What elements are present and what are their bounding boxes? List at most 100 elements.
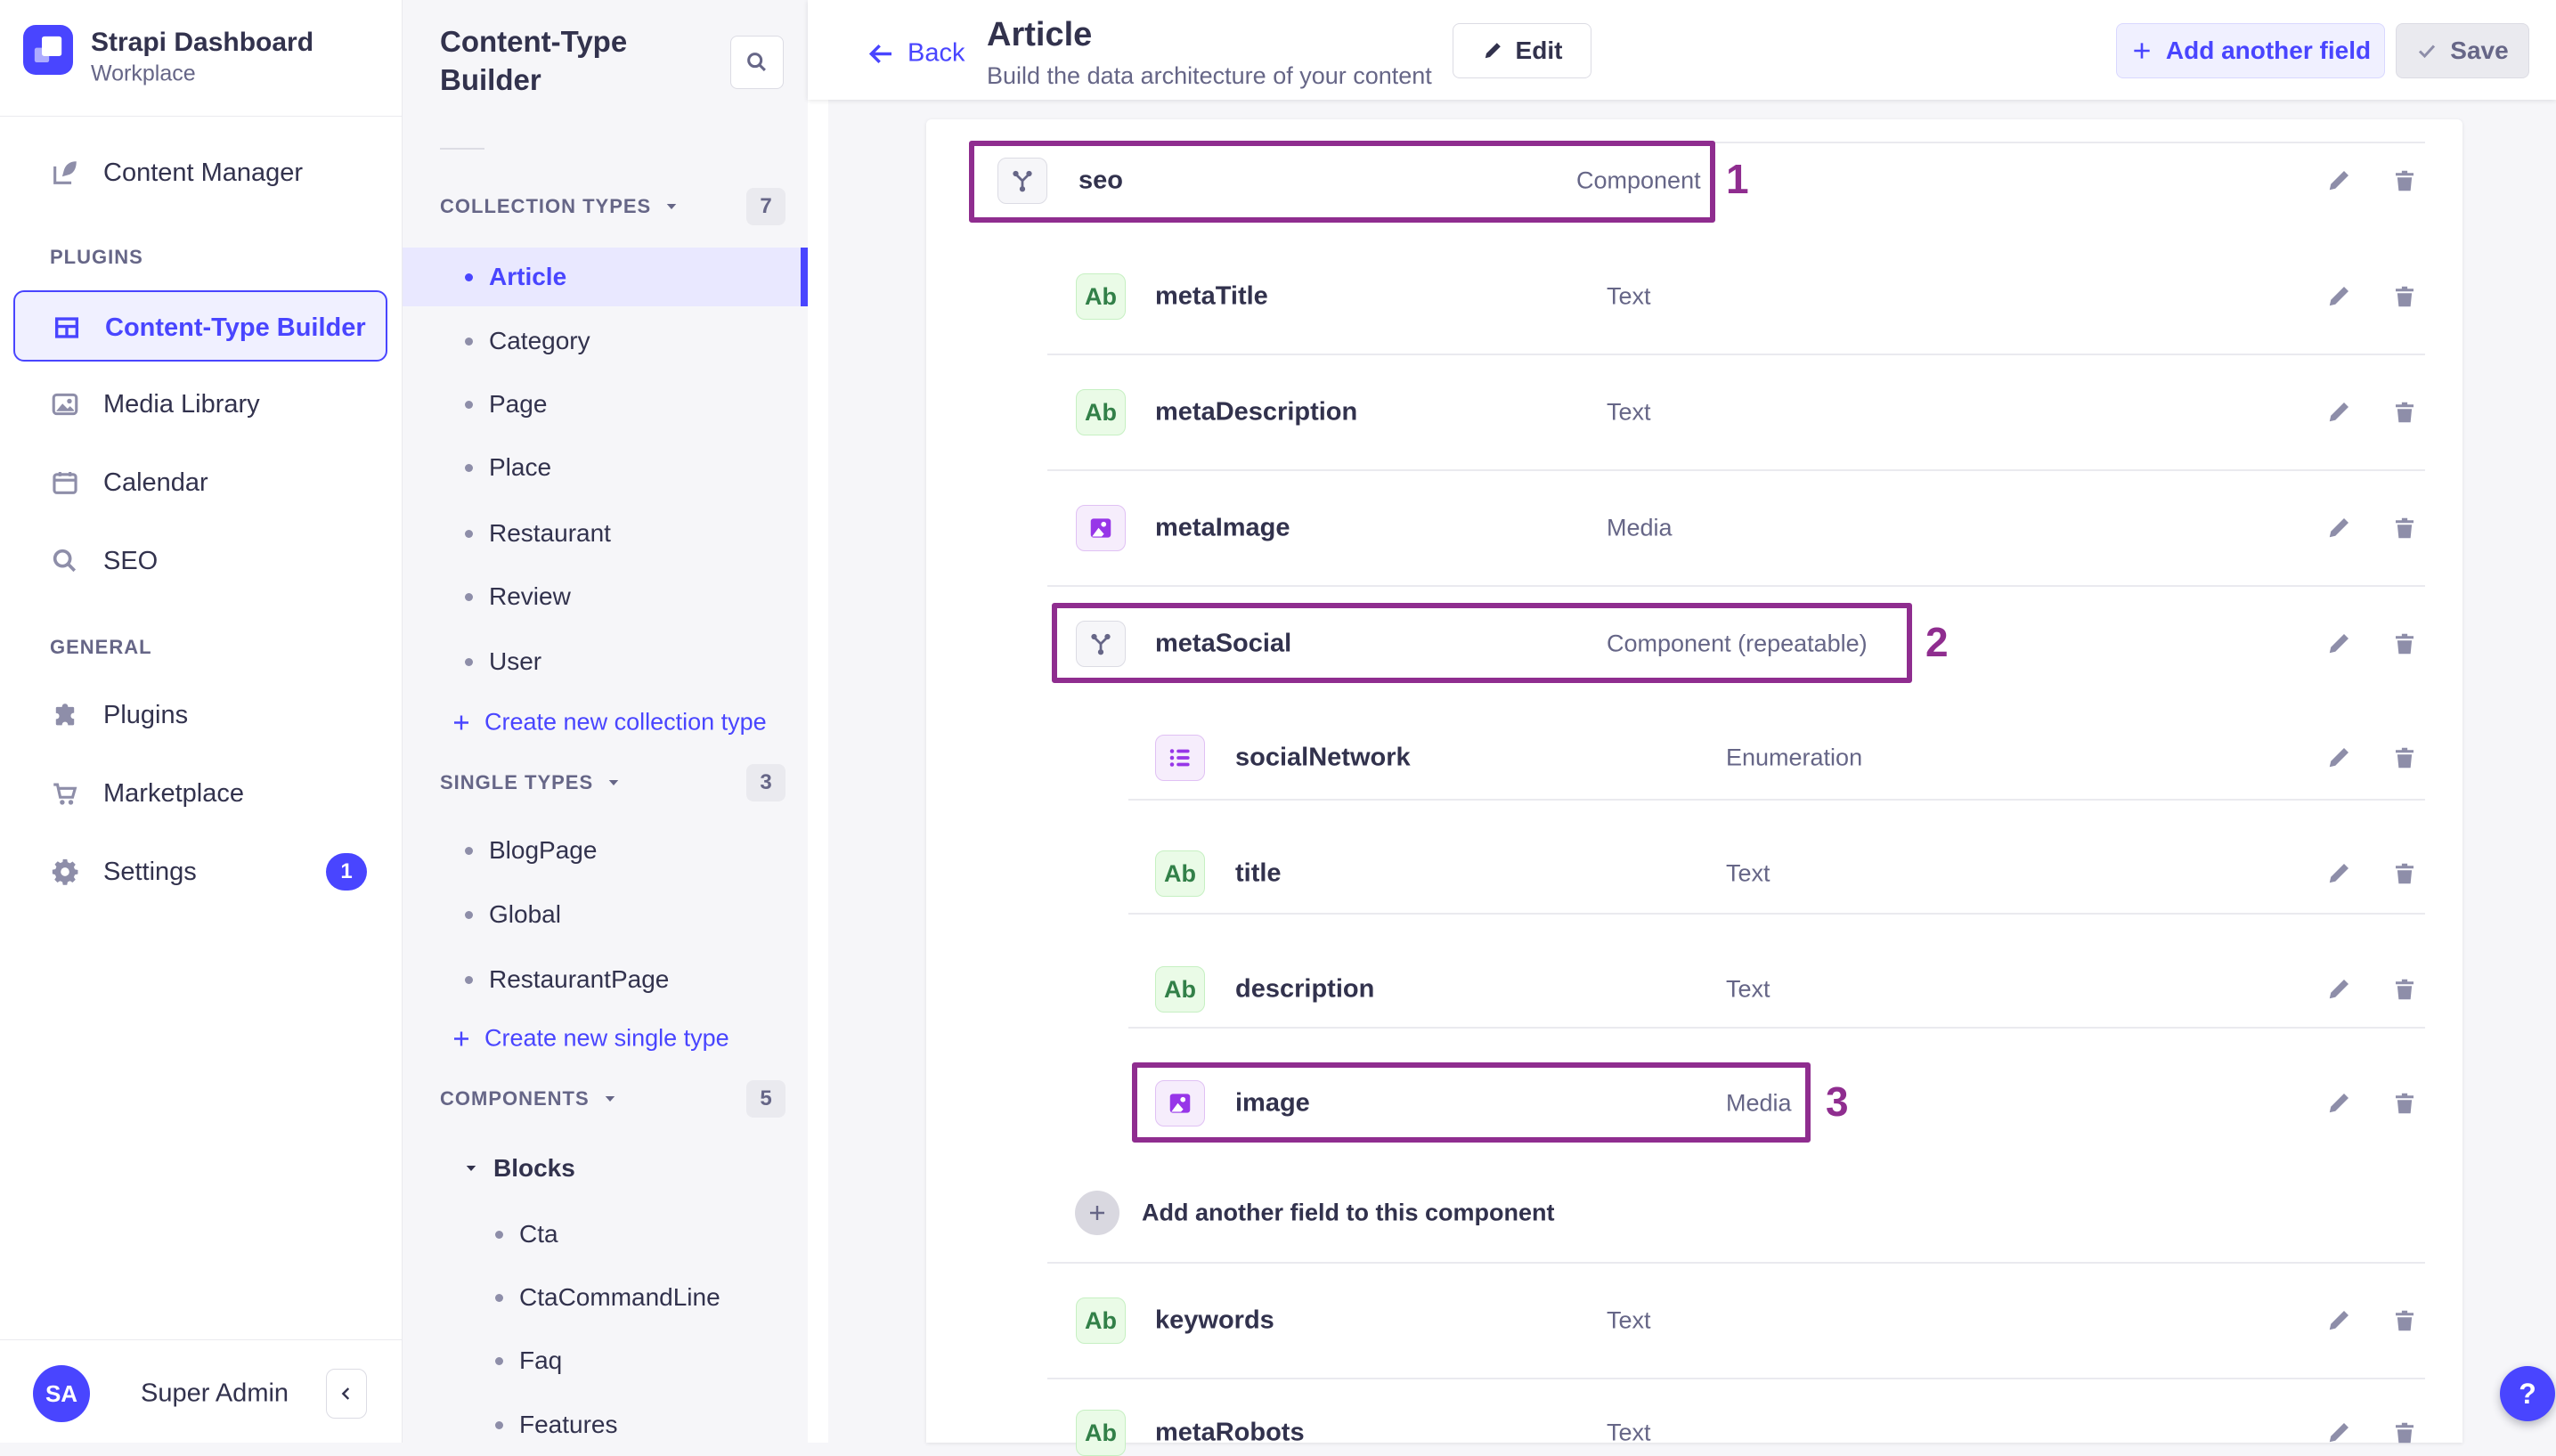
collection-types-header[interactable]: COLLECTION TYPES: [440, 195, 680, 218]
collection-type-restaurant[interactable]: Restaurant: [465, 519, 611, 548]
edit-field-button[interactable]: [2321, 1303, 2357, 1338]
delete-field-button[interactable]: [2387, 163, 2422, 199]
bullet-icon: [465, 592, 473, 601]
bullet-icon: [465, 400, 473, 409]
search-icon: [745, 50, 769, 75]
plus-icon: [2130, 39, 2153, 62]
page-title: Article: [987, 16, 1093, 53]
collection-type-place[interactable]: Place: [465, 453, 551, 482]
field-name: description: [1235, 974, 1375, 1004]
pencil-icon: [2325, 976, 2352, 1003]
component-ctacommandline[interactable]: CtaCommandLine: [495, 1283, 720, 1312]
edit-field-button[interactable]: [2321, 856, 2357, 891]
edit-field-button[interactable]: [2321, 740, 2357, 776]
app-title: Strapi Dashboard: [91, 28, 314, 57]
component-cta[interactable]: Cta: [495, 1220, 558, 1249]
single-type-blogpage[interactable]: BlogPage: [465, 836, 597, 865]
edit-field-button[interactable]: [2321, 510, 2357, 546]
trash-icon: [2391, 1307, 2418, 1334]
pencil-icon: [2325, 860, 2352, 887]
delete-field-button[interactable]: [2387, 510, 2422, 546]
sidebar-item-seo[interactable]: SEO: [50, 546, 158, 576]
collection-type-page[interactable]: Page: [465, 390, 547, 419]
plus-icon: [451, 712, 472, 733]
avatar[interactable]: SA: [33, 1365, 90, 1422]
add-another-field-button[interactable]: Add another field: [2116, 23, 2385, 78]
pencil-icon: [2325, 1307, 2352, 1334]
help-button[interactable]: ?: [2500, 1366, 2555, 1421]
text-field-icon: Ab: [1076, 1410, 1126, 1456]
component-faq[interactable]: Faq: [495, 1346, 562, 1375]
search-button[interactable]: [730, 36, 784, 89]
delete-field-button[interactable]: [2387, 395, 2422, 430]
strapi-logo: [23, 25, 73, 75]
search-icon: [50, 546, 80, 576]
single-types-header[interactable]: SINGLE TYPES: [440, 771, 622, 794]
delete-field-button[interactable]: [2387, 740, 2422, 776]
collection-type-user[interactable]: User: [465, 647, 541, 676]
add-field-to-component-label[interactable]: Add another field to this component: [1142, 1200, 1554, 1227]
edit-field-button[interactable]: [2321, 163, 2357, 199]
row-separator: [1047, 585, 2425, 587]
single-type-global[interactable]: Global: [465, 900, 561, 929]
sidebar-item-calendar[interactable]: Calendar: [50, 468, 208, 498]
field-type: Component (repeatable): [1607, 630, 1868, 657]
branch-nodes-icon: [1009, 167, 1036, 194]
branch-nodes-icon: [1087, 630, 1114, 657]
fields-card: [926, 119, 2462, 1443]
collection-type-review[interactable]: Review: [465, 582, 571, 611]
picture-icon: [1167, 1090, 1193, 1117]
edit-button[interactable]: Edit: [1453, 23, 1591, 78]
edit-field-button[interactable]: [2321, 1415, 2357, 1451]
add-field-to-component-button[interactable]: [1075, 1191, 1119, 1235]
sidebar-item-content-type-builder[interactable]: Content-Type Builder: [13, 290, 387, 362]
pencil-icon: [2325, 744, 2352, 771]
collection-type-category[interactable]: Category: [465, 327, 590, 355]
user-name: Super Admin: [141, 1379, 289, 1408]
trash-icon: [2391, 283, 2418, 310]
components-header[interactable]: COMPONENTS: [440, 1087, 618, 1110]
create-single-type-link[interactable]: Create new single type: [451, 1025, 729, 1053]
create-collection-type-link[interactable]: Create new collection type: [451, 709, 767, 736]
active-item-indicator: [801, 248, 808, 306]
back-link[interactable]: Back: [867, 39, 965, 69]
edit-field-button[interactable]: [2321, 395, 2357, 430]
calendar-icon: [50, 468, 80, 498]
single-type-restaurantpage[interactable]: RestaurantPage: [465, 965, 669, 994]
sidebar-item-settings[interactable]: Settings: [50, 857, 197, 887]
bullet-icon: [465, 529, 473, 538]
trash-icon: [2391, 1090, 2418, 1117]
delete-field-button[interactable]: [2387, 279, 2422, 314]
sidebar-section-general: GENERAL: [50, 636, 152, 658]
edit-field-button[interactable]: [2321, 279, 2357, 314]
bullet-icon: [465, 910, 473, 919]
sidebar-item-content-manager[interactable]: Content Manager: [50, 158, 303, 188]
component-group-blocks[interactable]: Blocks: [463, 1154, 575, 1183]
bullet-icon: [465, 337, 473, 346]
divider: [0, 116, 402, 117]
edit-field-button[interactable]: [2321, 1086, 2357, 1121]
sidebar-item-marketplace[interactable]: Marketplace: [50, 778, 244, 809]
collection-type-article[interactable]: Article: [465, 263, 566, 291]
delete-field-button[interactable]: [2387, 972, 2422, 1007]
component-features[interactable]: Features: [495, 1411, 618, 1439]
bullet-icon: [465, 272, 473, 281]
bullet-icon: [495, 1293, 503, 1302]
delete-field-button[interactable]: [2387, 1086, 2422, 1121]
save-button[interactable]: Save: [2396, 23, 2529, 78]
edit-field-button[interactable]: [2321, 972, 2357, 1007]
plus-icon: [1087, 1202, 1108, 1224]
cart-icon: [50, 778, 80, 809]
sidebar-item-plugins[interactable]: Plugins: [50, 700, 188, 730]
delete-field-button[interactable]: [2387, 1303, 2422, 1338]
delete-field-button[interactable]: [2387, 626, 2422, 662]
edit-field-button[interactable]: [2321, 626, 2357, 662]
field-name: image: [1235, 1088, 1310, 1118]
collapse-sidebar-button[interactable]: [326, 1369, 367, 1419]
picture-icon: [1087, 515, 1114, 541]
delete-field-button[interactable]: [2387, 1415, 2422, 1451]
sidebar-item-media-library[interactable]: Media Library: [50, 389, 260, 419]
delete-field-button[interactable]: [2387, 856, 2422, 891]
text-field-icon: Ab: [1155, 966, 1205, 1013]
field-name: metaImage: [1155, 513, 1290, 542]
